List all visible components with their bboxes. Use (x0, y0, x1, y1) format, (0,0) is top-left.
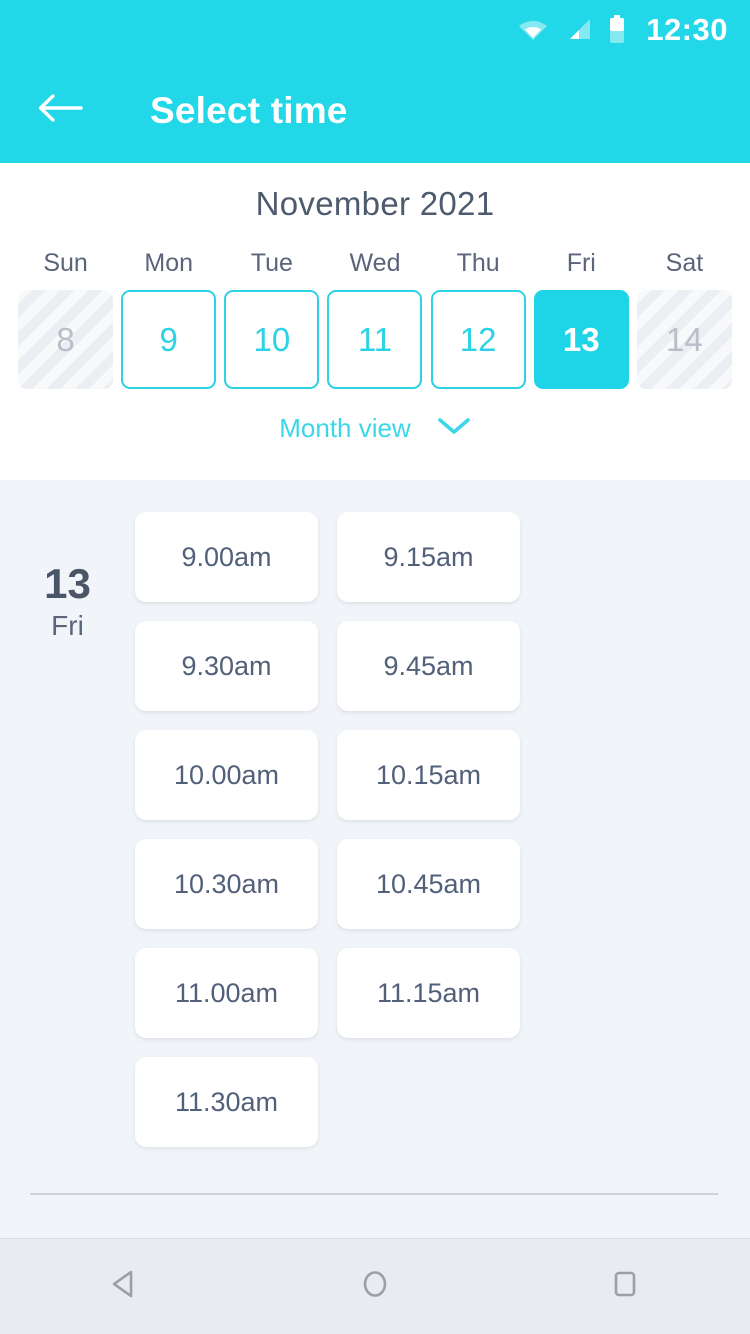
home-circle-icon (355, 1264, 395, 1309)
calendar-panel: November 2021 Sun Mon Tue Wed Thu Fri Sa… (0, 163, 750, 480)
calendar-day-slot: 9 (117, 290, 220, 389)
calendar-day-slot: 10 (220, 290, 323, 389)
time-slot[interactable]: 10.45am (337, 839, 520, 929)
day-label-13: 13 Fri (0, 512, 135, 1147)
cellular-signal-icon (564, 17, 592, 41)
month-view-toggle[interactable]: Month view (0, 413, 750, 444)
calendar-day-slot: 12 (427, 290, 530, 389)
weekday-label: Wed (349, 249, 401, 277)
time-slot-grid: 9.00am 9.15am 9.30am 9.45am 10.00am 10.1… (135, 512, 720, 1147)
time-slot[interactable]: 11.30am (135, 1057, 318, 1147)
back-triangle-icon (105, 1264, 145, 1309)
calendar-day-8: 8 (18, 290, 114, 389)
time-slot[interactable]: 9.30am (135, 621, 318, 711)
day-number: 13 (44, 560, 91, 607)
phone-screen: 12:30 Select time November 2021 Sun Mon … (0, 0, 750, 1334)
arrow-left-icon (37, 91, 83, 130)
calendar-month-title: November 2021 (255, 185, 495, 222)
schedule-list: 13 Fri 9.00am 9.15am 9.30am 9.45am 10.00… (0, 480, 750, 1238)
month-view-label: Month view (279, 413, 411, 443)
section-divider (30, 1193, 718, 1195)
weekday-label: Sun (43, 249, 88, 277)
recents-square-icon (605, 1264, 645, 1309)
nav-recents-button[interactable] (580, 1252, 670, 1322)
nav-home-button[interactable] (330, 1252, 420, 1322)
battery-icon (608, 15, 626, 43)
chevron-down-icon (437, 416, 471, 441)
calendar-day-slot: 8 (14, 290, 117, 389)
weekday-label: Mon (144, 249, 194, 277)
calendar-day-slot: 13 (530, 290, 633, 389)
status-bar-clock: 12:30 (646, 11, 728, 47)
weekday-label: Thu (456, 249, 500, 277)
calendar-day-14: 14 (636, 290, 732, 389)
time-slot[interactable]: 9.15am (337, 512, 520, 602)
nav-back-button[interactable] (80, 1252, 170, 1322)
app-bar: Select time (0, 58, 750, 163)
calendar-day-10[interactable]: 10 (224, 290, 320, 389)
time-slot[interactable]: 9.45am (337, 621, 520, 711)
time-slot[interactable]: 11.00am (135, 948, 318, 1038)
time-slot[interactable]: 11.15am (337, 948, 520, 1038)
page-title: Select time (150, 89, 348, 131)
calendar-day-12[interactable]: 12 (430, 290, 526, 389)
back-button[interactable] (32, 83, 88, 139)
android-nav-bar (0, 1238, 750, 1334)
day-name: Fri (51, 610, 84, 642)
schedule-day-13: 13 Fri 9.00am 9.15am 9.30am 9.45am 10.00… (0, 512, 750, 1147)
status-bar: 12:30 (0, 0, 750, 58)
calendar-day-row: 8 9 10 11 12 13 14 (0, 290, 750, 389)
time-slot[interactable]: 10.00am (135, 730, 318, 820)
time-slot[interactable]: 9.00am (135, 512, 318, 602)
calendar-day-slot: 11 (323, 290, 426, 389)
calendar-weekday-header: Sun Mon Tue Wed Thu Fri Sat (0, 249, 750, 278)
calendar-day-9[interactable]: 9 (121, 290, 217, 389)
weekday-label: Sat (665, 249, 704, 277)
wifi-icon (518, 17, 548, 41)
calendar-day-13-selected[interactable]: 13 (533, 290, 629, 389)
time-slot[interactable]: 10.15am (337, 730, 520, 820)
calendar-day-slot: 14 (633, 290, 736, 389)
calendar-day-11[interactable]: 11 (327, 290, 423, 389)
weekday-label: Tue (250, 249, 293, 277)
weekday-label: Fri (566, 249, 596, 277)
time-slot[interactable]: 10.30am (135, 839, 318, 929)
